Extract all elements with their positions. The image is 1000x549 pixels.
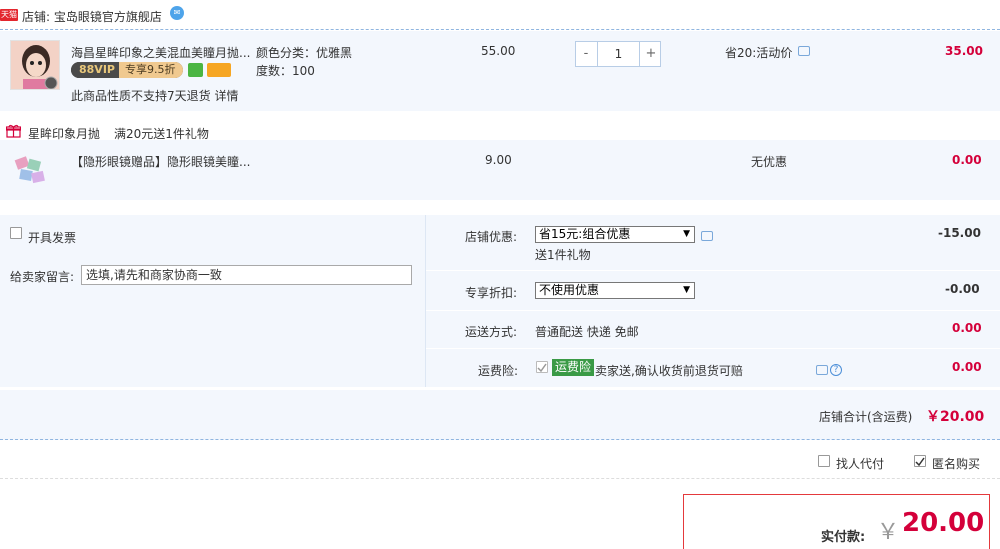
gift-unit-price: 9.00 [485,153,512,167]
pay-label: 实付款: [821,530,866,545]
divider [0,478,1000,479]
gift-subtotal: 0.00 [952,153,982,167]
proxy-pay-checkbox[interactable] [818,455,830,467]
gift-title-link[interactable]: 【隐形眼镜赠品】隐形眼镜美瞳... [71,153,250,170]
message-label: 给卖家留言: [10,270,75,284]
vip-badge-left: 88VIP [71,62,123,78]
chevron-down-icon: ▼ [683,229,690,239]
promo-info-icon[interactable] [798,46,810,56]
anonymous-checkbox[interactable] [914,455,926,467]
tmall-badge: 天猫 [0,9,18,21]
divider [426,270,1000,271]
product-title-link[interactable]: 海昌星眸印象之美混血美瞳月抛... [71,44,250,61]
insurance-checkbox[interactable] [536,361,548,373]
shop-discount-label: 店铺优惠: [465,230,518,244]
quantity-decrease-button[interactable]: - [576,42,596,66]
shop-discount-select[interactable]: 省15元:组合优惠 ▼ [535,226,695,243]
shop-name-link[interactable]: 店铺: 宝岛眼镜官方旗舰店 [22,8,162,25]
shop-discount-selected: 省15元:组合优惠 [539,227,631,241]
invoice-checkbox[interactable] [10,227,22,239]
item-promo-label: 省20:活动价 [725,46,793,60]
insurance-tag: 运费险 [552,359,595,376]
seller-message-input[interactable]: 选填,请先和商家协商一致 [81,265,412,285]
divider [426,348,1000,349]
vip-discount-amount: -0.00 [945,282,980,296]
shop-discount-amount: -15.00 [938,226,981,240]
wangwang-chat-icon[interactable]: ✉ [170,6,184,20]
shipping-amount: 0.00 [952,321,982,335]
pay-currency: ￥ [877,520,900,545]
gift-promo-label: 无优惠 [751,155,788,169]
discount-info-icon[interactable] [701,231,713,241]
insurance-label: 运费险: [478,364,519,378]
guarantee-icon[interactable] [188,63,203,77]
gift-icon [5,124,22,141]
vip-discount-label: 专享折扣: [465,286,518,300]
chevron-down-icon: ▼ [683,285,690,295]
quantity-input[interactable]: 1 [597,42,640,66]
item-subtotal: 35.00 [945,44,983,58]
shop-discount-gift: 送1件礼物 [535,248,591,262]
help-icon[interactable]: ? [830,364,842,376]
vip-discount-selected: 不使用优惠 [539,283,600,297]
vip-discount-select[interactable]: 不使用优惠 ▼ [535,282,695,299]
gift-item-row [0,140,1000,200]
anonymous-label: 匿名购买 [932,457,981,471]
return-policy-notice[interactable]: 此商品性质不支持7天退货 详情 [71,87,238,104]
product-thumbnail[interactable] [10,40,60,90]
shipping-label: 运送方式: [465,325,518,339]
divider [426,310,1000,311]
degree-sku: 度数：100 [256,64,315,78]
shop-total-amount: ￥20.00 [926,409,985,425]
shop-total-label: 店铺合计(含运费) [819,410,913,424]
pay-amount: 20.00 [902,508,985,538]
color-sku: 颜色分类：优雅黑 [256,46,353,60]
shipping-method: 普通配送 快递 免邮 [535,325,639,339]
vip-discount-badge: 88VIP 专享9.5折 [71,62,183,78]
insurance-chat-icon[interactable] [816,365,828,375]
gift-thumbnail[interactable] [10,150,50,190]
quantity-increase-button[interactable]: + [641,42,661,66]
unit-price: 55.00 [481,44,516,58]
credit-card-icon[interactable] [207,63,231,77]
invoice-label: 开具发票 [28,231,77,245]
proxy-pay-label: 找人代付 [836,457,885,471]
quantity-stepper: - 1 + [575,41,661,67]
insurance-amount: 0.00 [952,360,982,374]
insurance-desc: 卖家送,确认收货前退货可赔 [595,364,743,378]
vip-badge-right: 专享9.5折 [119,62,183,78]
